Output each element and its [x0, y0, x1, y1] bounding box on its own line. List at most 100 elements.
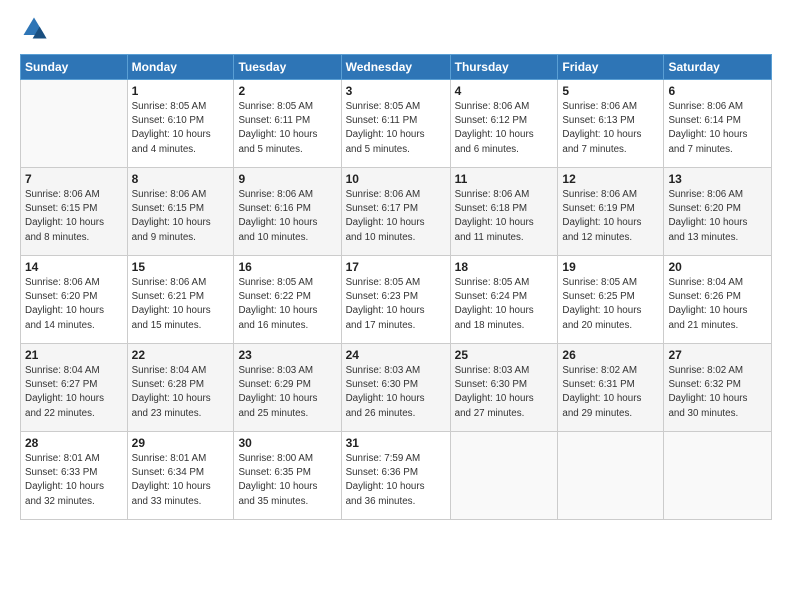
day-number: 24	[346, 348, 446, 362]
day-detail: Sunrise: 8:06 AM Sunset: 6:19 PM Dayligh…	[562, 188, 659, 245]
day-detail: Sunrise: 8:03 AM Sunset: 6:29 PM Dayligh…	[238, 364, 336, 421]
day-number: 3	[346, 84, 446, 98]
calendar-cell	[450, 432, 558, 520]
calendar-header-saturday: Saturday	[664, 55, 772, 80]
day-number: 10	[346, 172, 446, 186]
calendar-cell	[558, 432, 664, 520]
calendar-header-friday: Friday	[558, 55, 664, 80]
calendar-header-monday: Monday	[127, 55, 234, 80]
day-detail: Sunrise: 8:02 AM Sunset: 6:32 PM Dayligh…	[668, 364, 767, 421]
day-detail: Sunrise: 8:05 AM Sunset: 6:11 PM Dayligh…	[238, 100, 336, 157]
day-number: 31	[346, 436, 446, 450]
day-detail: Sunrise: 8:05 AM Sunset: 6:25 PM Dayligh…	[562, 276, 659, 333]
calendar-cell: 10 Sunrise: 8:06 AM Sunset: 6:17 PM Dayli…	[341, 168, 450, 256]
day-number: 6	[668, 84, 767, 98]
day-detail: Sunrise: 8:04 AM Sunset: 6:26 PM Dayligh…	[668, 276, 767, 333]
day-detail: Sunrise: 8:05 AM Sunset: 6:24 PM Dayligh…	[455, 276, 554, 333]
day-number: 26	[562, 348, 659, 362]
logo-icon	[20, 14, 48, 42]
day-number: 17	[346, 260, 446, 274]
day-number: 28	[25, 436, 123, 450]
calendar-header-row: SundayMondayTuesdayWednesdayThursdayFrid…	[21, 55, 772, 80]
calendar-cell: 13Sunrise: 8:06 AM Sunset: 6:20 PM Dayli…	[664, 168, 772, 256]
day-detail: Sunrise: 8:06 AM Sunset: 6:15 PM Dayligh…	[132, 188, 230, 245]
day-detail: Sunrise: 8:04 AM Sunset: 6:27 PM Dayligh…	[25, 364, 123, 421]
calendar-cell: 6 Sunrise: 8:06 AM Sunset: 6:14 PM Daylig…	[664, 80, 772, 168]
day-detail: Sunrise: 8:06 AM Sunset: 6:15 PM Dayligh…	[25, 188, 123, 245]
calendar-cell: 21 Sunrise: 8:04 AM Sunset: 6:27 PM Dayli…	[21, 344, 128, 432]
calendar-cell: 15 Sunrise: 8:06 AM Sunset: 6:21 PM Dayli…	[127, 256, 234, 344]
day-detail: Sunrise: 8:01 AM Sunset: 6:33 PM Dayligh…	[25, 452, 123, 509]
calendar-cell: 2Sunrise: 8:05 AM Sunset: 6:11 PM Daylig…	[234, 80, 341, 168]
calendar-cell: 5 Sunrise: 8:06 AM Sunset: 6:13 PM Daylig…	[558, 80, 664, 168]
calendar-cell: 23Sunrise: 8:03 AM Sunset: 6:29 PM Dayli…	[234, 344, 341, 432]
header	[20, 16, 772, 44]
calendar-cell: 9Sunrise: 8:06 AM Sunset: 6:16 PM Daylig…	[234, 168, 341, 256]
calendar-week-4: 21 Sunrise: 8:04 AM Sunset: 6:27 PM Dayli…	[21, 344, 772, 432]
day-detail: Sunrise: 8:06 AM Sunset: 6:18 PM Dayligh…	[455, 188, 554, 245]
day-detail: Sunrise: 8:06 AM Sunset: 6:21 PM Dayligh…	[132, 276, 230, 333]
calendar-week-2: 7 Sunrise: 8:06 AM Sunset: 6:15 PM Daylig…	[21, 168, 772, 256]
day-number: 27	[668, 348, 767, 362]
day-detail: Sunrise: 8:06 AM Sunset: 6:17 PM Dayligh…	[346, 188, 446, 245]
day-detail: Sunrise: 8:05 AM Sunset: 6:10 PM Dayligh…	[132, 100, 230, 157]
day-detail: Sunrise: 8:01 AM Sunset: 6:34 PM Dayligh…	[132, 452, 230, 509]
day-detail: Sunrise: 8:02 AM Sunset: 6:31 PM Dayligh…	[562, 364, 659, 421]
day-number: 12	[562, 172, 659, 186]
day-detail: Sunrise: 7:59 AM Sunset: 6:36 PM Dayligh…	[346, 452, 446, 509]
day-detail: Sunrise: 8:05 AM Sunset: 6:11 PM Dayligh…	[346, 100, 446, 157]
calendar-header-tuesday: Tuesday	[234, 55, 341, 80]
calendar-cell	[664, 432, 772, 520]
day-detail: Sunrise: 8:06 AM Sunset: 6:16 PM Dayligh…	[238, 188, 336, 245]
day-number: 19	[562, 260, 659, 274]
day-detail: Sunrise: 8:03 AM Sunset: 6:30 PM Dayligh…	[455, 364, 554, 421]
calendar-cell: 17Sunrise: 8:05 AM Sunset: 6:23 PM Dayli…	[341, 256, 450, 344]
calendar-cell: 31 Sunrise: 7:59 AM Sunset: 6:36 PM Dayli…	[341, 432, 450, 520]
calendar-cell: 29 Sunrise: 8:01 AM Sunset: 6:34 PM Dayli…	[127, 432, 234, 520]
day-number: 16	[238, 260, 336, 274]
calendar-cell: 8 Sunrise: 8:06 AM Sunset: 6:15 PM Daylig…	[127, 168, 234, 256]
calendar-cell: 7 Sunrise: 8:06 AM Sunset: 6:15 PM Daylig…	[21, 168, 128, 256]
day-number: 8	[132, 172, 230, 186]
calendar-cell: 27 Sunrise: 8:02 AM Sunset: 6:32 PM Dayli…	[664, 344, 772, 432]
calendar-header-thursday: Thursday	[450, 55, 558, 80]
calendar-cell: 16Sunrise: 8:05 AM Sunset: 6:22 PM Dayli…	[234, 256, 341, 344]
calendar-cell: 20Sunrise: 8:04 AM Sunset: 6:26 PM Dayli…	[664, 256, 772, 344]
logo	[20, 16, 52, 44]
calendar-cell: 14Sunrise: 8:06 AM Sunset: 6:20 PM Dayli…	[21, 256, 128, 344]
day-number: 18	[455, 260, 554, 274]
day-number: 21	[25, 348, 123, 362]
day-number: 15	[132, 260, 230, 274]
day-detail: Sunrise: 8:06 AM Sunset: 6:13 PM Dayligh…	[562, 100, 659, 157]
calendar: SundayMondayTuesdayWednesdayThursdayFrid…	[20, 54, 772, 520]
calendar-cell	[21, 80, 128, 168]
day-number: 14	[25, 260, 123, 274]
day-number: 22	[132, 348, 230, 362]
page: SundayMondayTuesdayWednesdayThursdayFrid…	[0, 0, 792, 530]
calendar-cell: 4 Sunrise: 8:06 AM Sunset: 6:12 PM Daylig…	[450, 80, 558, 168]
day-number: 13	[668, 172, 767, 186]
day-detail: Sunrise: 8:06 AM Sunset: 6:12 PM Dayligh…	[455, 100, 554, 157]
day-detail: Sunrise: 8:03 AM Sunset: 6:30 PM Dayligh…	[346, 364, 446, 421]
calendar-cell: 25Sunrise: 8:03 AM Sunset: 6:30 PM Dayli…	[450, 344, 558, 432]
day-number: 11	[455, 172, 554, 186]
calendar-cell: 12 Sunrise: 8:06 AM Sunset: 6:19 PM Dayli…	[558, 168, 664, 256]
calendar-cell: 18 Sunrise: 8:05 AM Sunset: 6:24 PM Dayli…	[450, 256, 558, 344]
calendar-cell: 26 Sunrise: 8:02 AM Sunset: 6:31 PM Dayli…	[558, 344, 664, 432]
calendar-cell: 28 Sunrise: 8:01 AM Sunset: 6:33 PM Dayli…	[21, 432, 128, 520]
calendar-cell: 11 Sunrise: 8:06 AM Sunset: 6:18 PM Dayli…	[450, 168, 558, 256]
day-number: 7	[25, 172, 123, 186]
calendar-cell: 30Sunrise: 8:00 AM Sunset: 6:35 PM Dayli…	[234, 432, 341, 520]
day-number: 5	[562, 84, 659, 98]
day-detail: Sunrise: 8:04 AM Sunset: 6:28 PM Dayligh…	[132, 364, 230, 421]
day-number: 4	[455, 84, 554, 98]
calendar-week-1: 1Sunrise: 8:05 AM Sunset: 6:10 PM Daylig…	[21, 80, 772, 168]
calendar-cell: 19 Sunrise: 8:05 AM Sunset: 6:25 PM Dayli…	[558, 256, 664, 344]
day-number: 29	[132, 436, 230, 450]
calendar-cell: 1Sunrise: 8:05 AM Sunset: 6:10 PM Daylig…	[127, 80, 234, 168]
calendar-header-sunday: Sunday	[21, 55, 128, 80]
calendar-week-5: 28 Sunrise: 8:01 AM Sunset: 6:33 PM Dayli…	[21, 432, 772, 520]
day-detail: Sunrise: 8:00 AM Sunset: 6:35 PM Dayligh…	[238, 452, 336, 509]
day-detail: Sunrise: 8:06 AM Sunset: 6:14 PM Dayligh…	[668, 100, 767, 157]
calendar-cell: 22 Sunrise: 8:04 AM Sunset: 6:28 PM Dayli…	[127, 344, 234, 432]
